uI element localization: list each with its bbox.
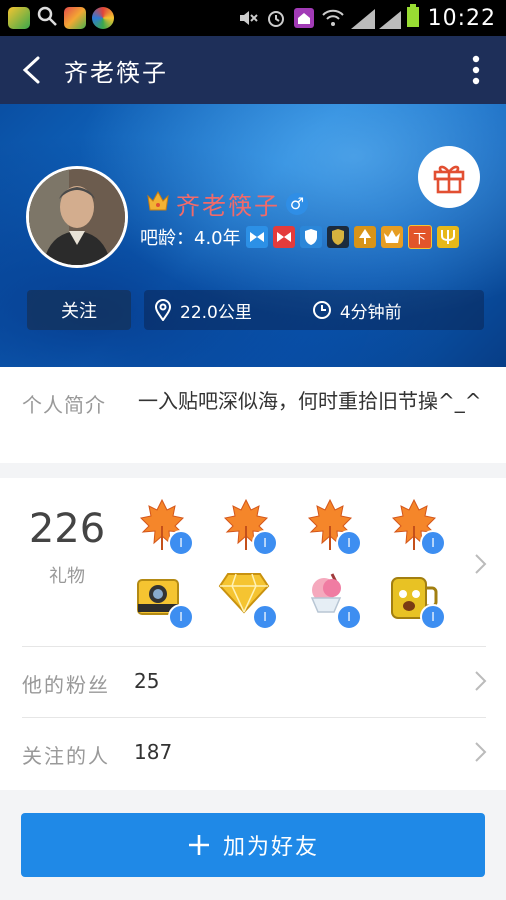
- name-row: 齐老筷子 ♂: [146, 186, 308, 221]
- app-icon-2: [64, 7, 86, 29]
- plus-icon: [188, 835, 209, 855]
- more-menu-button[interactable]: [446, 36, 506, 104]
- app-icon-3: [92, 7, 114, 29]
- location-info: 22.0公里 4分钟前: [144, 290, 484, 330]
- tree-gold-icon[interactable]: [353, 226, 376, 248]
- ribbon-red-icon[interactable]: [272, 226, 295, 248]
- forum-age-text: 吧龄：4.0年: [140, 228, 241, 249]
- signal-icon: [350, 8, 375, 29]
- info-panel: 226 礼物 I I I I I I I I 他的粉丝 25 关注的人 187: [0, 478, 506, 790]
- maple-leaf-gift[interactable]: I: [218, 496, 278, 556]
- add-friend-button[interactable]: 加为好友: [21, 813, 485, 877]
- battery-icon: [406, 4, 420, 32]
- search-icon: [36, 5, 58, 31]
- avatar[interactable]: [26, 166, 128, 268]
- gift-badge: I: [336, 530, 362, 556]
- ribbon-blue-icon[interactable]: [245, 226, 268, 248]
- wifi-icon: [321, 8, 344, 28]
- back-button[interactable]: [0, 36, 64, 104]
- intro-section: 个人简介 一入贴吧深似海，何时重拾旧节操^_^: [0, 367, 506, 463]
- gift-badge: I: [336, 604, 362, 630]
- status-bar: 10:22: [0, 0, 506, 36]
- gifts-row[interactable]: 226 礼物 I I I I I I I I: [0, 478, 506, 646]
- fans-count: 25: [134, 669, 160, 693]
- shield-dark-icon[interactable]: [326, 226, 349, 248]
- gift-icon: [433, 165, 465, 194]
- gift-badge: I: [252, 604, 278, 630]
- fans-row[interactable]: 他的粉丝 25: [0, 647, 506, 717]
- location-pin-icon: [154, 299, 172, 321]
- maple-leaf-gift[interactable]: I: [386, 496, 446, 556]
- more-vertical-icon: [472, 55, 480, 85]
- gift-grid: I I I I I I I I: [134, 496, 464, 630]
- following-row[interactable]: 关注的人 187: [0, 718, 506, 788]
- clock-icon: [312, 301, 331, 319]
- page-title: 齐老筷子: [64, 58, 168, 87]
- last-active-item: 4分钟前: [302, 298, 402, 323]
- crown-icon: [146, 190, 170, 218]
- trident-gold-icon[interactable]: [436, 226, 459, 248]
- chevron-right-icon: [475, 671, 487, 691]
- shield-blue-icon[interactable]: [299, 226, 322, 248]
- intro-label: 个人简介: [22, 393, 106, 417]
- gift-badge: I: [168, 530, 194, 556]
- chevron-right-icon: [475, 554, 487, 574]
- mute-icon: [238, 8, 258, 28]
- gift-badge: I: [420, 530, 446, 556]
- fans-label: 他的粉丝: [22, 673, 110, 697]
- gift-badge: I: [168, 604, 194, 630]
- back-arrow-icon: [22, 56, 40, 84]
- intro-text: 一入贴吧深似海，何时重拾旧节操^_^: [138, 389, 482, 413]
- chevron-right-icon: [475, 742, 487, 762]
- alarm-icon: [266, 8, 286, 28]
- maple-leaf-gift[interactable]: I: [302, 496, 362, 556]
- ice-cream-gift[interactable]: I: [302, 570, 362, 630]
- following-count: 187: [134, 740, 173, 764]
- camera-gift[interactable]: I: [134, 570, 194, 630]
- forum-age-row: 吧龄：4.0年 下: [140, 224, 459, 250]
- gift-count: 226: [28, 506, 106, 552]
- gender-male-icon: ♂: [286, 192, 308, 215]
- user-name: 齐老筷子: [176, 192, 280, 220]
- follow-button[interactable]: 关注: [27, 290, 131, 330]
- home-icon: [293, 8, 314, 28]
- signal-icon: [378, 8, 401, 29]
- following-label: 关注的人: [22, 744, 110, 768]
- gift-label: 礼物: [49, 566, 85, 587]
- cup-gift[interactable]: I: [386, 570, 446, 630]
- distance-text: 22.0公里: [180, 302, 252, 323]
- diamond-gift[interactable]: I: [218, 570, 278, 630]
- distance-item: 22.0公里: [144, 298, 252, 323]
- maple-leaf-gift[interactable]: I: [134, 496, 194, 556]
- gift-badge: I: [420, 604, 446, 630]
- add-friend-label: 加为好友: [222, 835, 319, 860]
- gift-badge: I: [252, 530, 278, 556]
- rank-xia-badge[interactable]: 下: [407, 225, 432, 249]
- app-icon-1: [8, 7, 30, 29]
- crown-gold-icon[interactable]: [380, 226, 403, 248]
- send-gift-button[interactable]: [418, 146, 480, 208]
- status-time: 10:22: [427, 5, 496, 31]
- title-bar: 齐老筷子: [0, 36, 506, 104]
- last-active-text: 4分钟前: [339, 302, 402, 323]
- profile-header: 齐老筷子 ♂ 吧龄：4.0年 下 关注 22.0公里 4分钟前: [0, 104, 506, 367]
